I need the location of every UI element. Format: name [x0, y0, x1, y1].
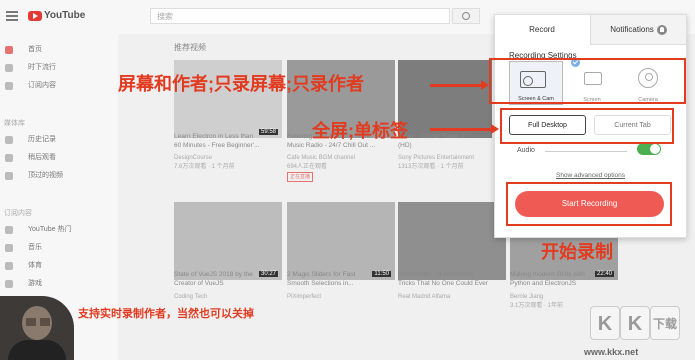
tab-record[interactable]: Record: [495, 15, 589, 45]
video-channel[interactable]: Bernie Jiang: [510, 293, 618, 301]
video-title[interactable]: Joker - Official Trailer 2 (HD): [398, 132, 492, 150]
sidebar-item-trending[interactable]: 时下流行: [0, 60, 118, 76]
audio-divider: [545, 151, 627, 152]
watermark-k2: K: [620, 306, 650, 340]
watermark-logo: K K 下载: [590, 306, 684, 344]
watermark-url: www.kkx.net: [584, 347, 639, 357]
video-title[interactable]: Ronaldinho: 14 Ridiculous Tricks That No …: [398, 270, 506, 288]
video-meta: 7.6万次观看 · 1 个月前: [174, 164, 235, 170]
sidebar-item-sports[interactable]: 体育: [0, 258, 118, 274]
annotation-sources: 全屏;单标签: [312, 121, 408, 141]
bell-icon: [656, 24, 667, 35]
subscriptions-heading: 订阅内容: [4, 210, 32, 217]
app-window: YouTube 搜索 首页 时下流行 订阅内容 媒体库 历史记录 稍后观看 顶过…: [0, 0, 695, 360]
video-channel[interactable]: Coding Tech: [174, 293, 282, 301]
tab-notifications[interactable]: Notifications: [590, 15, 686, 45]
subscriptions-icon: [5, 82, 13, 90]
thumbs-up-icon: [5, 172, 13, 180]
channel-icon: [5, 226, 13, 234]
trending-icon: [5, 64, 13, 72]
sidebar-item-liked[interactable]: 顶过的视频: [0, 168, 118, 184]
sidebar-item-history[interactable]: 历史记录: [0, 132, 118, 148]
highlight-mode-box: [489, 58, 686, 104]
history-icon: [5, 136, 13, 144]
gaming-icon: [5, 280, 13, 288]
arrow-icon: [430, 80, 489, 90]
audio-toggle[interactable]: [637, 143, 661, 155]
watermark-k1: K: [590, 306, 620, 340]
show-advanced-link[interactable]: Show advanced options: [495, 172, 686, 179]
watermark-char: 下载: [650, 306, 680, 340]
video-thumbnail[interactable]: 11:50: [287, 202, 395, 280]
sidebar-item-gaming[interactable]: 游戏: [0, 276, 118, 292]
video-channel[interactable]: Sony Pictures Entertainment: [398, 154, 492, 162]
sidebar-item-home[interactable]: 首页: [0, 42, 118, 58]
live-badge: 正在直播: [287, 172, 314, 182]
video-title[interactable]: State of VueJS 2018 by the Creator of Vue…: [174, 270, 282, 288]
search-input[interactable]: 搜索: [150, 8, 450, 24]
section-title: 推荐视频: [174, 43, 206, 52]
home-icon: [5, 46, 13, 54]
annotation-modes: 屏幕和作者;只录屏幕;只录作者: [118, 74, 364, 94]
video-title[interactable]: Learn Electron in Less than 60 Minutes - …: [174, 132, 282, 150]
menu-icon[interactable]: [6, 11, 18, 21]
annotation-start: 开始录制: [541, 242, 613, 262]
video-title[interactable]: 2 Magic Sliders for Fast Smooth Selection…: [287, 270, 395, 288]
highlight-source-box: [500, 108, 674, 144]
video-meta: 1313万次观看 · 1 个月前: [398, 164, 464, 170]
sports-icon: [5, 262, 13, 270]
video-channel[interactable]: DesignCourse: [174, 154, 282, 162]
logo-text: YouTube: [44, 10, 86, 21]
sidebar-item-subscriptions[interactable]: 订阅内容: [0, 78, 118, 94]
video-thumbnail[interactable]: [398, 202, 506, 280]
sidebar-item-youtube-hot[interactable]: YouTube 热门: [0, 222, 118, 238]
sidebar-item-music[interactable]: 音乐: [0, 240, 118, 256]
library-heading: 媒体库: [4, 120, 25, 127]
clock-icon: [5, 154, 13, 162]
music-icon: [5, 244, 13, 252]
pixelation-block: [40, 318, 50, 326]
video-channel[interactable]: Cafe Music BGM channel: [287, 154, 395, 162]
video-channel[interactable]: PiXimperfect: [287, 293, 395, 301]
video-channel[interactable]: Real Madrid Alfama: [398, 293, 506, 301]
pixelation-block: [26, 318, 36, 326]
video-thumbnail[interactable]: 30:27: [174, 202, 282, 280]
audio-label: Audio: [517, 147, 535, 154]
annotation-cam-note: 支持实时录制作者，当然也可以关掉: [78, 308, 254, 320]
sidebar-item-watch-later[interactable]: 稍后观看: [0, 150, 118, 166]
youtube-logo[interactable]: YouTube: [28, 10, 85, 21]
play-logo-icon: [28, 10, 42, 21]
webcam-body: [8, 340, 66, 360]
video-meta: 694人正在观看: [287, 164, 328, 170]
highlight-start-box: [506, 182, 672, 226]
arrow-icon: [430, 124, 499, 134]
search-button[interactable]: [452, 8, 480, 24]
video-title[interactable]: Making modern GUIs with Python and Electr…: [510, 270, 618, 288]
webcam-preview[interactable]: [0, 296, 74, 360]
video-thumbnail[interactable]: [398, 60, 492, 138]
